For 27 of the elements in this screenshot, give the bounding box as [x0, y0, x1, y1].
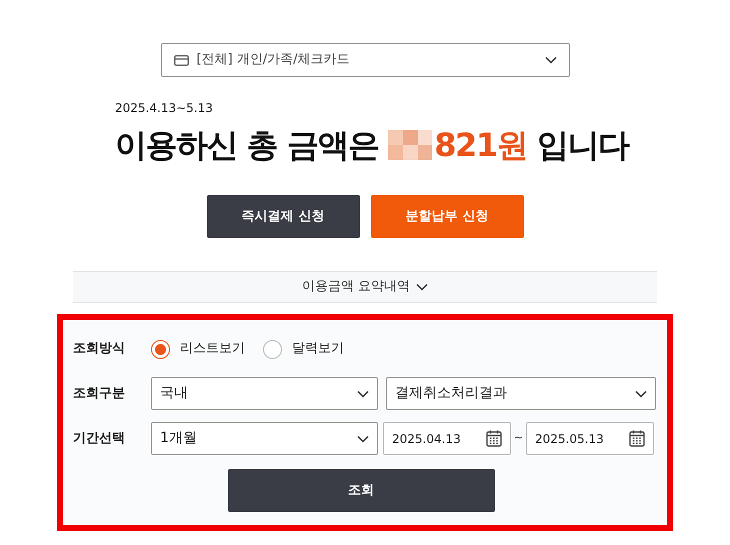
- dropdown-select[interactable]: 결제취소처리결과: [386, 377, 656, 410]
- headline-text: 이용하신 총 금액은: [115, 125, 378, 166]
- form-label: 조회구분: [73, 384, 126, 403]
- radio-option[interactable]: 달력보기: [263, 339, 344, 359]
- chevron-down-icon: [544, 56, 556, 64]
- chevron-down-icon: [635, 390, 647, 398]
- end-date-field[interactable]: 2025.05.13: [526, 422, 654, 455]
- pixelated-block: [388, 130, 432, 160]
- start-date-field[interactable]: 2025.04.13: [383, 422, 511, 455]
- chevron-down-icon: [357, 434, 369, 442]
- range-separator: ~: [512, 430, 524, 446]
- card-icon: [174, 54, 188, 66]
- calendar-icon[interactable]: [629, 430, 645, 447]
- chevron-down-icon: [357, 390, 369, 398]
- form-label: 조회방식: [73, 340, 126, 358]
- period-text: 2025.4.13~5.13: [115, 100, 214, 117]
- calendar-icon[interactable]: [486, 430, 502, 447]
- summary-toggle[interactable]: 이용금액 요약내역: [73, 271, 657, 303]
- amount-text: 821원: [434, 125, 528, 166]
- action-button[interactable]: 즉시결제 신청: [206, 195, 360, 238]
- form-label: 기간선택: [73, 430, 126, 448]
- radio-option[interactable]: 리스트보기: [151, 339, 245, 359]
- search-button[interactable]: 조회: [228, 469, 494, 512]
- dropdown-select[interactable]: 1개월: [151, 422, 378, 455]
- card-type-select[interactable]: [전체] 개인/가족/체크카드: [160, 43, 570, 77]
- headline-text: 입니다: [537, 125, 629, 166]
- dropdown-select[interactable]: 국내: [151, 377, 378, 410]
